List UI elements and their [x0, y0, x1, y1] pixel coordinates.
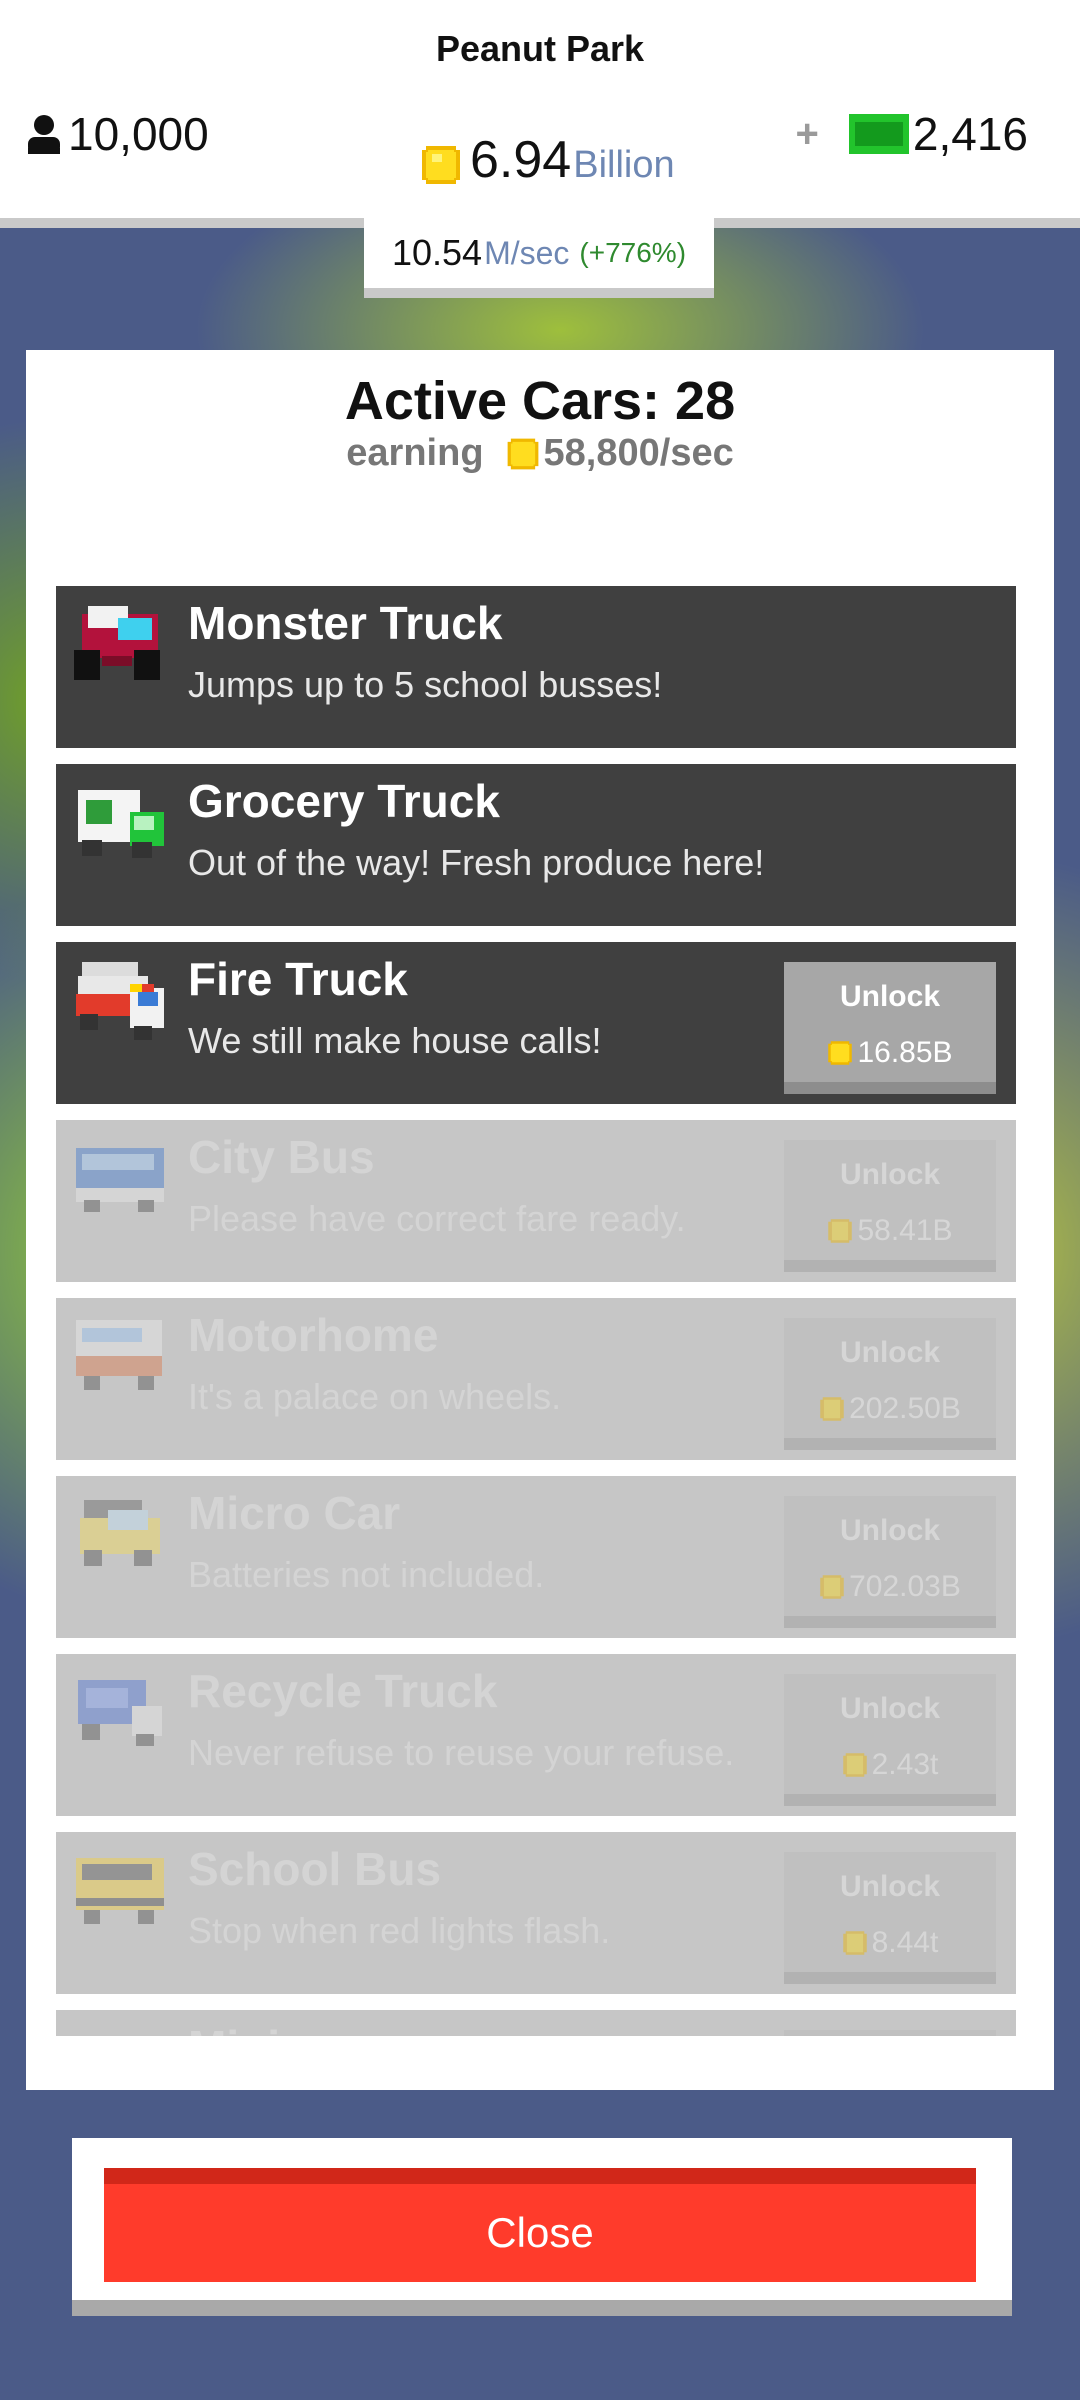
earning-value: 58,800/sec: [543, 432, 734, 474]
coin-icon: [828, 1041, 853, 1065]
income-rate-unit: M/sec: [484, 234, 570, 271]
car-description: Batteries not included.: [188, 1554, 545, 1595]
unlock-label: Unlock: [839, 1692, 941, 1725]
monster-truck-icon: [74, 606, 160, 680]
car-list[interactable]: Monster Truck Jumps up to 5 school busse…: [56, 586, 1016, 2036]
coins-counter: 6.94 Billion: [420, 130, 675, 200]
income-rate-value: 10.54: [391, 232, 483, 273]
add-cash-button[interactable]: +: [796, 112, 819, 157]
coin-icon: [828, 1219, 853, 1243]
unlock-button[interactable]: Unlock 16.85B: [784, 962, 996, 1094]
close-button[interactable]: Close: [104, 2168, 976, 2282]
income-rate-tab: 10.54 M/sec (+776%): [364, 218, 714, 298]
car-name: Recycle Truck: [188, 1665, 498, 1717]
earning-line: earning 58,800/sec: [26, 432, 1054, 475]
car-name: Motorhome: [188, 1309, 439, 1361]
car-description: Out of the way! Fresh produce here!: [188, 842, 765, 883]
cash-value: 2,416: [912, 108, 1028, 160]
car-row-city-bus: City Bus Please have correct fare ready.…: [56, 1120, 1016, 1282]
unlock-price: 58.41B: [784, 1214, 996, 1248]
coin-icon: [422, 146, 460, 184]
car-row-micro-car: Micro Car Batteries not included. Unlock…: [56, 1476, 1016, 1638]
cash-counter[interactable]: + 2,416: [796, 104, 1028, 164]
price-value: 202.50B: [849, 1392, 961, 1425]
car-name: Micro Car: [188, 1487, 401, 1539]
population-counter: 10,000: [26, 104, 209, 164]
city-bus-icon: [76, 1148, 164, 1212]
income-rate-boost: (+776%): [579, 237, 687, 268]
car-row-fire-truck: Fire Truck We still make house calls! Un…: [56, 942, 1016, 1104]
coin-icon: [820, 1575, 844, 1599]
car-description: It's a palace on wheels.: [188, 1376, 562, 1417]
unlock-button[interactable]: [784, 2030, 996, 2036]
car-name: City Bus: [188, 1131, 375, 1183]
coin-icon: [842, 1931, 867, 1955]
car-row-monster-truck: Monster Truck Jumps up to 5 school busse…: [56, 586, 1016, 748]
top-status-bar: Peanut Park 10,000 6.94 Billion + 2,416: [0, 0, 1080, 228]
unlock-price: 702.03B: [784, 1570, 996, 1604]
car-description: Please have correct fare ready.: [188, 1198, 686, 1239]
recycle-truck-icon: [78, 1680, 162, 1746]
car-row-school-bus: School Bus Stop when red lights flash. U…: [56, 1832, 1016, 1994]
car-name: School Bus: [188, 1843, 442, 1895]
car-description: Jumps up to 5 school busses!: [188, 664, 663, 705]
cars-panel: Active Cars: 28 earning 58,800/sec Monst…: [26, 350, 1054, 2090]
car-row-grocery-truck: Grocery Truck Out of the way! Fresh prod…: [56, 764, 1016, 926]
price-value: 8.44t: [871, 1926, 939, 1959]
person-icon: [28, 115, 60, 154]
coins-unit: Billion: [573, 144, 675, 186]
price-value: 16.85B: [857, 1036, 953, 1069]
car-name: Minivan: [188, 2020, 359, 2036]
minivan-icon: [68, 2018, 172, 2036]
unlock-button[interactable]: Unlock 202.50B: [784, 1318, 996, 1450]
earning-label: earning: [346, 432, 484, 474]
car-name: Grocery Truck: [188, 775, 500, 827]
grocery-truck-icon: [78, 790, 164, 858]
price-value: 58.41B: [857, 1214, 953, 1247]
unlock-price: 2.43t: [784, 1748, 996, 1782]
unlock-button[interactable]: Unlock 2.43t: [784, 1674, 996, 1806]
car-description: Never refuse to reuse your refuse.: [188, 1732, 735, 1773]
unlock-label: Unlock: [839, 980, 941, 1013]
park-name: Peanut Park: [435, 28, 645, 69]
close-container: Close: [72, 2138, 1012, 2316]
car-description: Stop when red lights flash.: [188, 1910, 611, 1951]
unlock-button[interactable]: Unlock 58.41B: [784, 1140, 996, 1272]
micro-car-icon: [80, 1500, 160, 1566]
panel-title: Active Cars: 28: [344, 371, 736, 431]
car-row-minivan: Minivan: [56, 2010, 1016, 2036]
car-name: Monster Truck: [188, 597, 503, 649]
unlock-price: 202.50B: [784, 1392, 996, 1426]
car-name: Fire Truck: [188, 953, 408, 1005]
unlock-price: 8.44t: [784, 1926, 996, 1960]
motorhome-icon: [76, 1320, 162, 1390]
car-row-recycle-truck: Recycle Truck Never refuse to reuse your…: [56, 1654, 1016, 1816]
cash-bill-icon: [848, 114, 909, 154]
coins-amount: 6.94: [470, 131, 572, 189]
population-value: 10,000: [68, 108, 209, 160]
car-row-motorhome: Motorhome It's a palace on wheels. Unloc…: [56, 1298, 1016, 1460]
unlock-button[interactable]: Unlock 8.44t: [784, 1852, 996, 1984]
price-value: 702.03B: [849, 1570, 961, 1603]
school-bus-icon: [76, 1858, 164, 1924]
unlock-price: 16.85B: [784, 1036, 996, 1070]
unlock-label: Unlock: [839, 1870, 941, 1903]
unlock-label: Unlock: [839, 1158, 941, 1191]
coin-icon: [507, 438, 538, 469]
unlock-button[interactable]: Unlock 702.03B: [784, 1496, 996, 1628]
coin-icon: [820, 1397, 844, 1421]
fire-truck-icon: [76, 962, 164, 1040]
unlock-label: Unlock: [839, 1336, 941, 1369]
car-description: We still make house calls!: [188, 1020, 602, 1061]
price-value: 2.43t: [871, 1748, 939, 1781]
coin-icon: [842, 1753, 867, 1777]
unlock-label: Unlock: [839, 1514, 941, 1547]
